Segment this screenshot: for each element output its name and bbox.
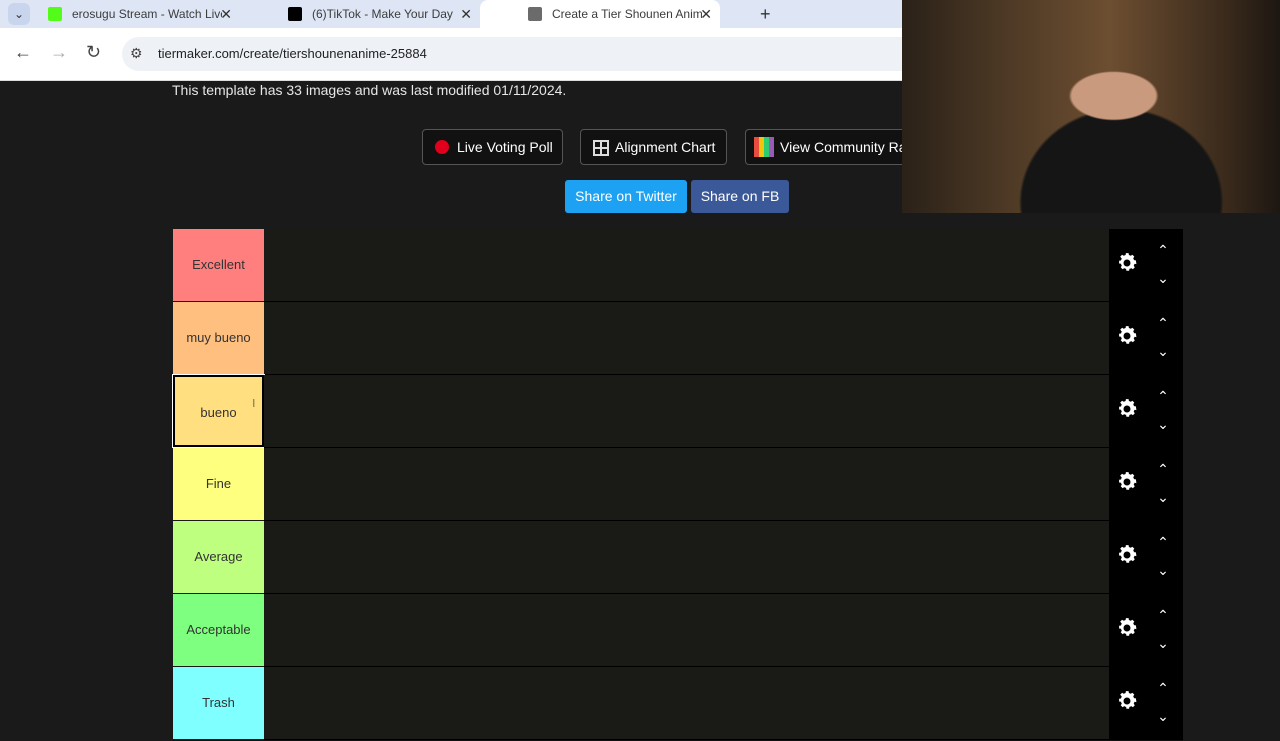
button-label: Live Voting Poll <box>457 139 553 155</box>
tier-drop-zone[interactable] <box>264 521 1109 594</box>
gear-icon[interactable] <box>1115 543 1139 567</box>
move-down-chevron-icon[interactable]: ⌄ <box>1153 344 1173 358</box>
tier-list: Excellent ⌃ ⌄ muy bueno ⌃ ⌄ bueno ⌃ ⌄ Fi… <box>172 229 1183 741</box>
mosaic-icon <box>754 137 774 157</box>
move-up-chevron-icon[interactable]: ⌃ <box>1153 389 1173 403</box>
gear-icon[interactable] <box>1115 470 1139 494</box>
move-down-chevron-icon[interactable]: ⌄ <box>1153 709 1173 723</box>
tiermaker-logo-icon <box>528 7 542 21</box>
tier-controls: ⌃ ⌄ <box>1109 302 1183 375</box>
tier-label[interactable]: Acceptable <box>173 594 264 666</box>
record-dot-icon <box>435 140 449 154</box>
kick-logo-icon <box>48 7 62 21</box>
gear-icon[interactable] <box>1115 251 1139 275</box>
move-up-chevron-icon[interactable]: ⌃ <box>1153 316 1173 330</box>
alignment-chart-button[interactable]: Alignment Chart <box>580 129 727 165</box>
tier-drop-zone[interactable] <box>264 229 1109 302</box>
tier-drop-zone[interactable] <box>264 302 1109 375</box>
tiktok-logo-icon <box>288 7 302 21</box>
url-omnibox[interactable]: ⚙ tiermaker.com/create/tiershounenanime-… <box>122 37 1002 71</box>
new-tab-plus-icon[interactable]: + <box>760 0 771 28</box>
forward-arrow-icon[interactable]: → <box>50 42 68 63</box>
tier-controls: ⌃ ⌄ <box>1109 229 1183 302</box>
button-label: Alignment Chart <box>615 139 716 155</box>
back-arrow-icon[interactable]: ← <box>14 42 32 63</box>
tier-label[interactable]: Trash <box>173 667 264 739</box>
tier-label[interactable]: muy bueno <box>173 302 264 374</box>
tier-label-editing[interactable]: bueno <box>172 374 265 448</box>
tier-drop-zone[interactable] <box>264 667 1109 740</box>
tier-drop-zone[interactable] <box>264 594 1109 667</box>
tier-label[interactable]: Average <box>173 521 264 593</box>
tier-row: Trash ⌃ ⌄ <box>173 667 1183 741</box>
move-down-chevron-icon[interactable]: ⌄ <box>1153 490 1173 504</box>
move-up-chevron-icon[interactable]: ⌃ <box>1153 681 1173 695</box>
gear-icon[interactable] <box>1115 397 1139 421</box>
url-text: tiermaker.com/create/tiershounenanime-25… <box>158 46 427 61</box>
tier-drop-zone[interactable] <box>264 375 1109 448</box>
view-community-rank-button[interactable]: View Community Ra <box>745 129 902 165</box>
tier-row: Excellent ⌃ ⌄ <box>173 229 1183 303</box>
tab-close-icon[interactable]: ✕ <box>700 0 712 28</box>
webcam-overlay <box>902 0 1280 213</box>
move-down-chevron-icon[interactable]: ⌄ <box>1153 271 1173 285</box>
tier-controls: ⌃ ⌄ <box>1109 667 1183 740</box>
tier-drop-zone[interactable] <box>264 448 1109 521</box>
tier-controls: ⌃ ⌄ <box>1109 448 1183 521</box>
move-up-chevron-icon[interactable]: ⌃ <box>1153 535 1173 549</box>
live-voting-poll-button[interactable]: Live Voting Poll <box>422 129 563 165</box>
tier-row: Average ⌃ ⌄ <box>173 521 1183 595</box>
share-fb-button[interactable]: Share on FB <box>691 180 789 213</box>
tab-tiermaker[interactable]: Create a Tier Shounen Anime Ti ✕ <box>480 0 720 28</box>
tab-close-icon[interactable]: ✕ <box>460 0 472 28</box>
tab-close-icon[interactable]: ✕ <box>220 0 232 28</box>
text-cursor-icon <box>253 399 255 407</box>
tab-kick[interactable]: erosugu Stream - Watch Live on ✕ <box>0 0 240 28</box>
button-label: View Community Ra <box>780 139 902 155</box>
gear-icon[interactable] <box>1115 324 1139 348</box>
tier-controls: ⌃ ⌄ <box>1109 521 1183 594</box>
share-twitter-button[interactable]: Share on Twitter <box>565 180 687 213</box>
reload-icon[interactable]: ↻ <box>86 42 101 63</box>
move-down-chevron-icon[interactable]: ⌄ <box>1153 636 1173 650</box>
tier-controls: ⌃ ⌄ <box>1109 594 1183 667</box>
tier-row: Acceptable ⌃ ⌄ <box>173 594 1183 668</box>
move-down-chevron-icon[interactable]: ⌄ <box>1153 563 1173 577</box>
move-up-chevron-icon[interactable]: ⌃ <box>1153 608 1173 622</box>
tier-row: Fine ⌃ ⌄ <box>173 448 1183 522</box>
grid-icon <box>593 140 609 156</box>
tier-controls: ⌃ ⌄ <box>1109 375 1183 448</box>
tab-title: (6)TikTok - Make Your Day <box>312 7 453 21</box>
move-up-chevron-icon[interactable]: ⌃ <box>1153 243 1173 257</box>
site-info-icon[interactable]: ⚙ <box>130 45 143 62</box>
tier-label-text: bueno <box>200 405 237 420</box>
gear-icon[interactable] <box>1115 689 1139 713</box>
template-info-text: This template has 33 images and was last… <box>172 82 567 98</box>
tab-title: Create a Tier Shounen Anime Ti <box>552 7 702 21</box>
tier-row: muy bueno ⌃ ⌄ <box>173 302 1183 376</box>
tier-row: bueno ⌃ ⌄ <box>172 374 1183 449</box>
tab-tiktok[interactable]: (6)TikTok - Make Your Day ✕ <box>240 0 480 28</box>
move-down-chevron-icon[interactable]: ⌄ <box>1153 417 1173 431</box>
gear-icon[interactable] <box>1115 616 1139 640</box>
tab-title: erosugu Stream - Watch Live on <box>72 7 222 21</box>
tier-label[interactable]: Fine <box>173 448 264 520</box>
move-up-chevron-icon[interactable]: ⌃ <box>1153 462 1173 476</box>
tier-label[interactable]: Excellent <box>173 229 264 301</box>
